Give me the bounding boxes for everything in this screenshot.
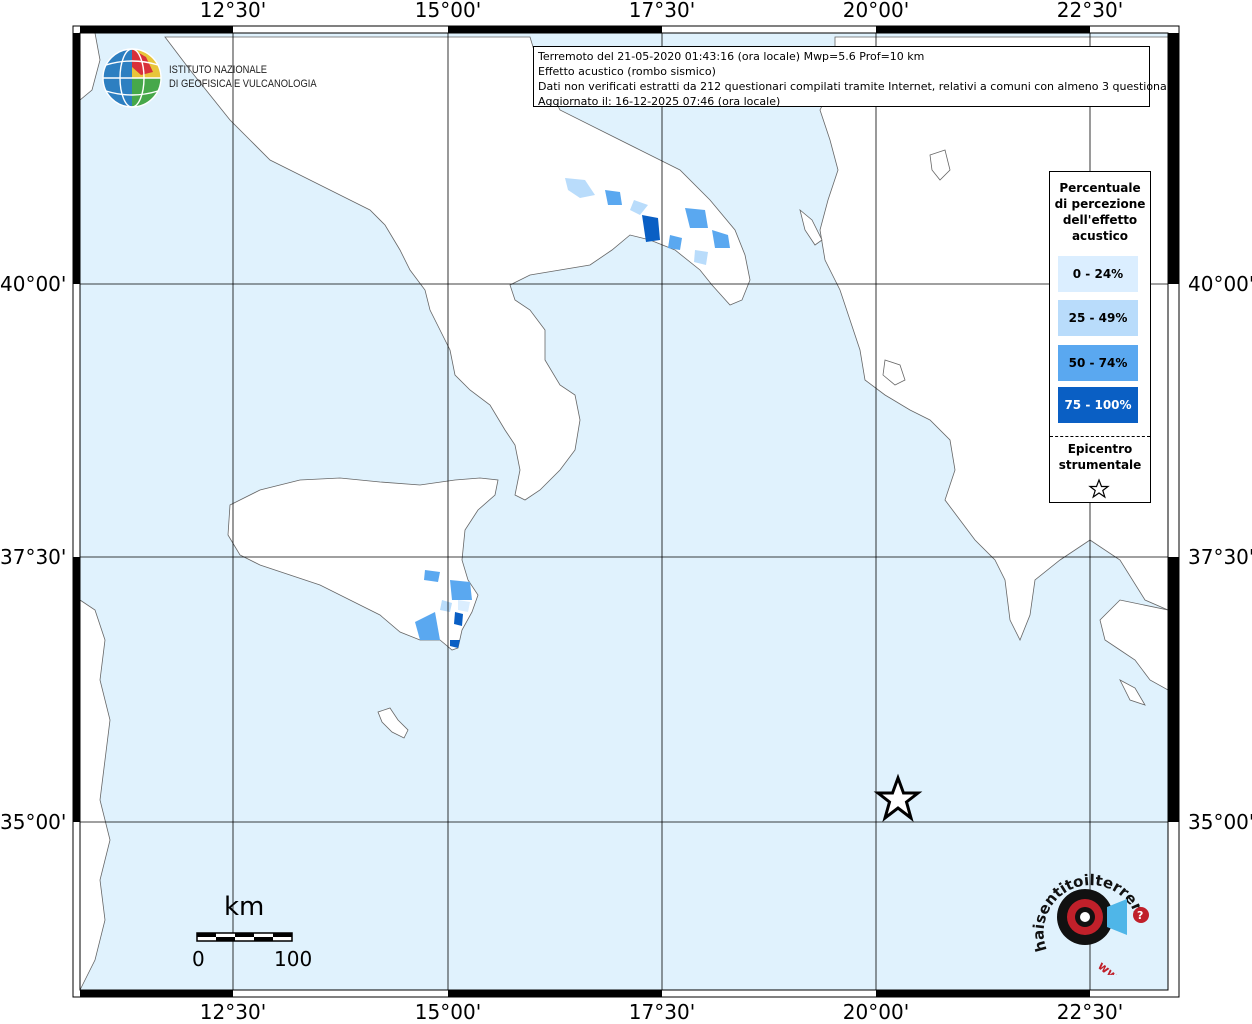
legend-title-line: dell'effetto — [1062, 213, 1138, 227]
lon-tick-bottom: 20°00' — [842, 1000, 910, 1024]
legend-title-line: di percezione — [1054, 197, 1146, 211]
lon-tick-bottom: 22°30' — [1056, 1000, 1124, 1024]
lat-tick-right: 35°00' — [1188, 810, 1252, 834]
scale-graphic — [196, 932, 293, 942]
event-info-box: Terremoto del 21-05-2020 01:43:16 (ora l… — [533, 46, 1178, 108]
legend-divider — [1050, 436, 1150, 437]
legend-class-0-24: 0 - 24% — [1058, 256, 1138, 292]
ingv-name-line1: ISTITUTO NAZIONALE — [169, 64, 268, 76]
ingv-logo[interactable]: ISTITUTO NAZIONALE DI GEOFISICA E VULCAN… — [101, 47, 317, 111]
hai-sentito-logo[interactable]: haisentitoilterremoto.it www. ? — [1025, 855, 1155, 975]
lon-tick-bottom: 12°30' — [199, 1000, 267, 1024]
effect-type: Effetto acustico (rombo sismico) — [538, 65, 716, 78]
lon-tick-top: 12°30' — [199, 0, 267, 22]
lat-tick-right: 37°30' — [1188, 545, 1252, 569]
data-note: Dati non verificati estratti da 212 ques… — [538, 80, 1178, 93]
legend-title-line: Percentuale — [1059, 181, 1141, 195]
legend: Percentuale di percezione dell'effetto a… — [1049, 171, 1151, 503]
ingv-name-line2: DI GEOFISICA E VULCANOLOGIA — [169, 78, 317, 90]
scale-max-label: 100 — [274, 947, 313, 971]
legend-epicenter-line: strumentale — [1058, 458, 1142, 472]
scale-bar: km 0 100 — [190, 890, 313, 971]
hai-sentito-www: www. — [1095, 959, 1132, 975]
legend-class-50-74: 50 - 74% — [1058, 345, 1138, 381]
lat-tick-left: 40°00' — [0, 272, 67, 296]
lon-tick-top: 15°00' — [414, 0, 482, 22]
scale-unit: km — [224, 892, 265, 922]
lon-tick-bottom: 15°00' — [414, 1000, 482, 1024]
legend-epicenter-line: Epicentro — [1067, 442, 1133, 456]
scale-min-label: 0 — [192, 947, 205, 971]
lat-tick-right: 40°00' — [1188, 272, 1252, 296]
lon-tick-top: 20°00' — [842, 0, 910, 22]
updated-timestamp: Aggiornato il: 16-12-2025 07:46 (ora loc… — [538, 95, 781, 108]
globe-icon — [102, 48, 162, 108]
legend-class-25-49: 25 - 49% — [1058, 300, 1138, 336]
legend-epicenter-label: Epicentro strumentale — [1050, 441, 1150, 473]
area-class-0-24 — [458, 600, 470, 612]
lat-tick-left: 35°00' — [0, 810, 67, 834]
area-class-50-74 — [424, 570, 440, 582]
lon-tick-top: 17°30' — [628, 0, 696, 22]
lon-tick-bottom: 17°30' — [628, 1000, 696, 1024]
area-class-75-100 — [454, 612, 463, 626]
legend-class-75-100: 75 - 100% — [1058, 387, 1138, 423]
svg-text:?: ? — [1137, 909, 1143, 922]
area-class-50-74 — [450, 580, 472, 600]
event-title: Terremoto del 21-05-2020 01:43:16 (ora l… — [538, 50, 925, 63]
legend-star-icon — [1088, 478, 1110, 499]
legend-title-line: acustico — [1071, 229, 1129, 243]
lon-tick-top: 22°30' — [1056, 0, 1124, 22]
lat-tick-left: 37°30' — [0, 545, 67, 569]
legend-title: Percentuale di percezione dell'effetto a… — [1050, 180, 1150, 244]
